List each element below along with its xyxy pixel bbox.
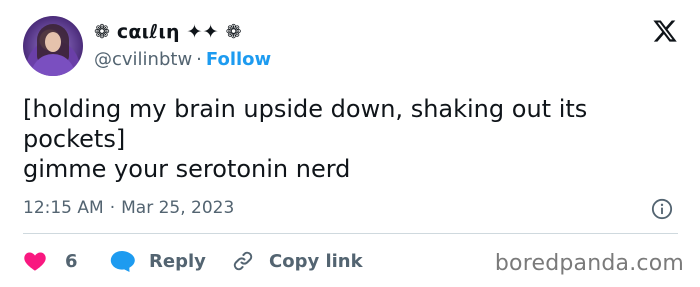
link-icon: [233, 251, 253, 271]
tweet-header: ❁ cαιℓιη ✦✦ ❁ @cvilinbtw · Follow: [23, 16, 678, 78]
reply-label: Reply: [149, 250, 206, 272]
heart-icon: [24, 252, 46, 271]
tweet-line: pockets]: [23, 125, 126, 153]
tweet-date: Mar 25, 2023: [121, 198, 235, 218]
handle-separator: ·: [196, 49, 202, 70]
like-count: 6: [65, 250, 78, 272]
tweet-text: [holding my brain upside down, shaking o…: [23, 94, 673, 184]
watermark: boredpanda.com: [494, 251, 684, 276]
x-logo-icon[interactable]: [652, 18, 678, 44]
reply-bubble-icon: [110, 251, 135, 272]
user-handle[interactable]: @cvilinbtw: [94, 49, 192, 70]
tweet-line: gimme your serotonin nerd: [23, 155, 351, 183]
tweet-line: [holding my brain upside down, shaking o…: [23, 95, 588, 123]
tweet-timestamp[interactable]: 12:15 AM · Mar 25, 2023: [23, 198, 234, 218]
meta-separator: ·: [109, 198, 116, 218]
info-icon[interactable]: [651, 198, 673, 220]
display-name[interactable]: ❁ cαιℓιη ✦✦ ❁: [94, 21, 242, 43]
reply-button[interactable]: Reply: [109, 248, 206, 274]
copy-link-label: Copy link: [269, 250, 363, 272]
follow-button[interactable]: Follow: [206, 49, 271, 70]
copy-link-button[interactable]: Copy link: [231, 248, 363, 274]
avatar[interactable]: [23, 16, 83, 76]
like-button[interactable]: 6: [23, 248, 78, 274]
avatar-face: [45, 32, 61, 52]
divider: [23, 233, 678, 234]
handle-row: @cvilinbtw · Follow: [94, 49, 271, 70]
tweet-time: 12:15 AM: [23, 198, 104, 218]
